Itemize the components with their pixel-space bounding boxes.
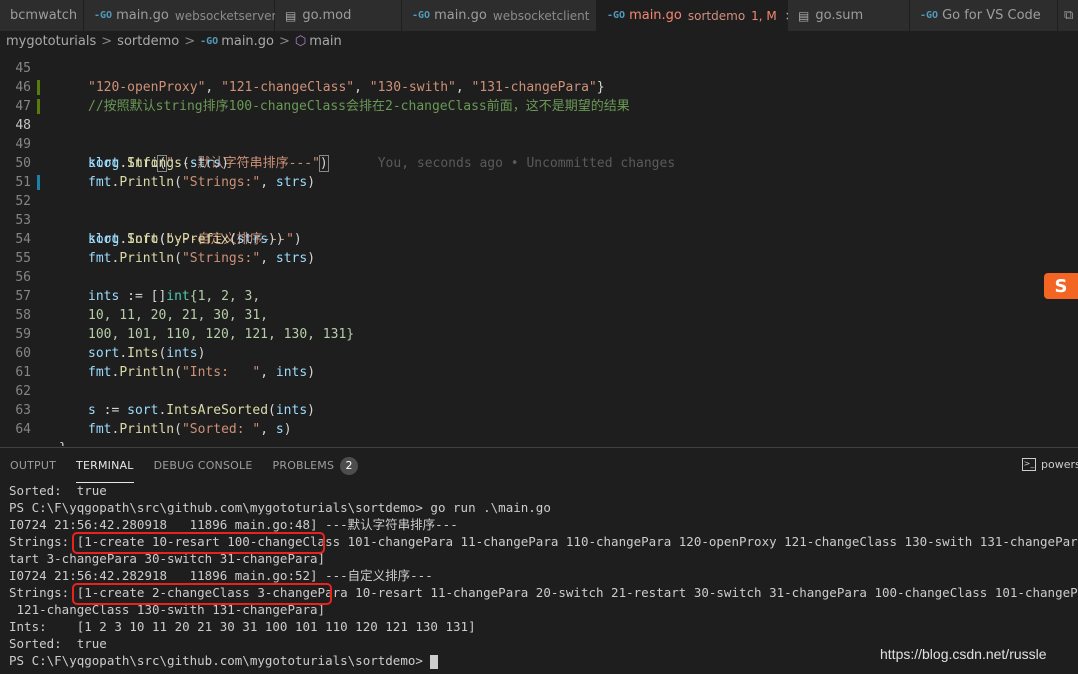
code-line: 57 10, 11, 20, 21, 30, 31, <box>0 268 1078 323</box>
go-logo-icon: -GO <box>920 10 939 21</box>
file-icon: ▤ <box>285 8 297 23</box>
line-number: 64 <box>15 422 31 437</box>
panel-tab-bar: OUTPUT TERMINAL DEBUG CONSOLE PROBLEMS 2 <box>0 447 1078 483</box>
tab-label: main.go <box>629 8 682 23</box>
terminal-cursor <box>430 654 439 669</box>
code-line: 52 klog.Info("---自定义排序---") <box>0 173 1078 247</box>
code-line: 53 sort.Sort(byPrefix(strs)) <box>0 192 1078 247</box>
code-line: 60 fmt.Println("Ints: ", ints) <box>0 325 1078 380</box>
breadcrumb-folder[interactable]: mygototurials <box>6 34 96 49</box>
terminal-line: Sorted: true <box>9 636 107 651</box>
code-line: 47 <box>0 78 1078 114</box>
tab-label: Go for VS Code <box>942 8 1041 23</box>
tab-description: sortdemo <box>687 8 746 23</box>
terminal-line: PS C:\F\yqgopath\src\github.com\mygototu… <box>9 500 551 515</box>
tab-go-mod[interactable]: ▤ go.mod <box>275 0 402 31</box>
tab-main-go-websocketserver[interactable]: -GO main.go websocketserver <box>84 0 277 31</box>
annotation-highlight-box <box>72 532 325 554</box>
tab-label: go.sum <box>815 8 864 23</box>
breadcrumb-folder[interactable]: sortdemo <box>117 34 179 49</box>
code-line: 59 sort.Ints(ints) <box>0 306 1078 361</box>
annotation-highlight-box <box>72 583 332 605</box>
tab-description: websocketclient <box>492 8 590 23</box>
tab-description: websocketserver <box>174 8 277 23</box>
problems-count-badge: 2 <box>340 456 359 475</box>
tab-main-go-sortdemo[interactable]: -GO main.go sortdemo 1, M × <box>597 0 795 31</box>
code-line: 50 fmt.Println("Strings:", strs) <box>0 135 1078 190</box>
tab-terminal[interactable]: TERMINAL <box>76 448 134 483</box>
breadcrumb-symbol[interactable]: main <box>309 34 341 49</box>
chevron-right-icon: > <box>184 34 196 49</box>
tab-label: bcmwatch <box>10 8 78 23</box>
terminal-icon: >_ <box>1022 458 1036 471</box>
tab-go-for-vscode[interactable]: -GO Go for VS Code <box>910 0 1058 31</box>
code-line: 46 //按照默认string排序100-changeClass会排在2-cha… <box>0 59 1078 114</box>
split-editor-icon[interactable]: ⧉ <box>1064 8 1073 23</box>
code-editor[interactable]: 45 "120-openProxy", "121-changeClass", "… <box>0 52 1078 446</box>
go-file-icon: -GO <box>607 10 626 21</box>
tab-overflow[interactable]: ⧉ <box>1058 0 1078 31</box>
code-line: 51 <box>0 154 1078 190</box>
tab-label: main.go <box>434 8 487 23</box>
tab-go-sum[interactable]: ▤ go.sum <box>788 0 910 31</box>
file-icon: ▤ <box>798 8 810 23</box>
terminal-line: I0724 21:56:42.280918 11896 main.go:48] … <box>9 517 458 532</box>
sougou-ime-logo[interactable]: S <box>1044 273 1078 299</box>
git-added-marker[interactable] <box>37 99 40 114</box>
code-line: 56 ints := []int{1, 2, 3, <box>0 249 1078 304</box>
tab-problems-label: PROBLEMS <box>272 459 335 472</box>
tab-main-go-websocketclient[interactable]: -GO main.go websocketclient <box>402 0 597 31</box>
code-line: 62 s := sort.IntsAreSorted(ints) <box>0 363 1078 418</box>
problem-badge: 1, M <box>751 8 777 23</box>
code-line: 61 <box>0 344 1078 380</box>
terminal-selector[interactable]: >_ powers <box>1022 458 1078 471</box>
git-added-marker[interactable] <box>37 80 40 95</box>
go-file-icon: -GO <box>200 36 219 47</box>
code-line: 55 <box>0 230 1078 266</box>
terminal-prompt-line[interactable]: PS C:\F\yqgopath\src\github.com\mygototu… <box>9 652 439 669</box>
watermark: https://blog.csdn.net/russle <box>880 646 1047 662</box>
code-line: 49 sort.Strings(strs) <box>0 116 1078 171</box>
code-line: 45 "120-openProxy", "121-changeClass", "… <box>0 52 1078 95</box>
breadcrumb-file[interactable]: main.go <box>221 34 274 49</box>
go-file-icon: -GO <box>94 10 113 21</box>
code-line-current: 48 klog.Info("---默认字符串排序---") You, second… <box>0 97 1078 172</box>
editor-tab-bar: bcmwatch -GO main.go websocketserver ▤ g… <box>0 0 1078 31</box>
git-modified-marker[interactable] <box>37 175 40 190</box>
breadcrumb: mygototurials > sortdemo > -GO main.go >… <box>0 31 1078 52</box>
tab-label: go.mod <box>302 8 352 23</box>
tab-debug-console[interactable]: DEBUG CONSOLE <box>154 448 253 483</box>
tab-label: main.go <box>116 8 169 23</box>
terminal-line: Ints: [1 2 3 10 11 20 21 30 31 100 101 1… <box>9 619 476 634</box>
chevron-right-icon: > <box>279 34 290 49</box>
tab-problems[interactable]: PROBLEMS 2 <box>273 448 359 483</box>
tab-bcmwatch[interactable]: bcmwatch <box>0 0 84 31</box>
chevron-right-icon: > <box>101 34 113 49</box>
symbol-function-icon: ⬡ <box>294 34 307 49</box>
tab-output[interactable]: OUTPUT <box>10 448 56 483</box>
code-line: 64 } <box>0 401 1078 446</box>
code-line: 54 fmt.Println("Strings:", strs) <box>0 211 1078 266</box>
code-line: 58 100, 101, 110, 120, 121, 130, 131} <box>0 287 1078 342</box>
terminal-line: Sorted: true <box>9 483 107 498</box>
code-line: 63 fmt.Println("Sorted: ", s) <box>0 382 1078 437</box>
terminal-line: I0724 21:56:42.282918 11896 main.go:52] … <box>9 568 433 583</box>
go-file-icon: -GO <box>412 10 431 21</box>
terminal-selector-label: powers <box>1041 458 1078 471</box>
